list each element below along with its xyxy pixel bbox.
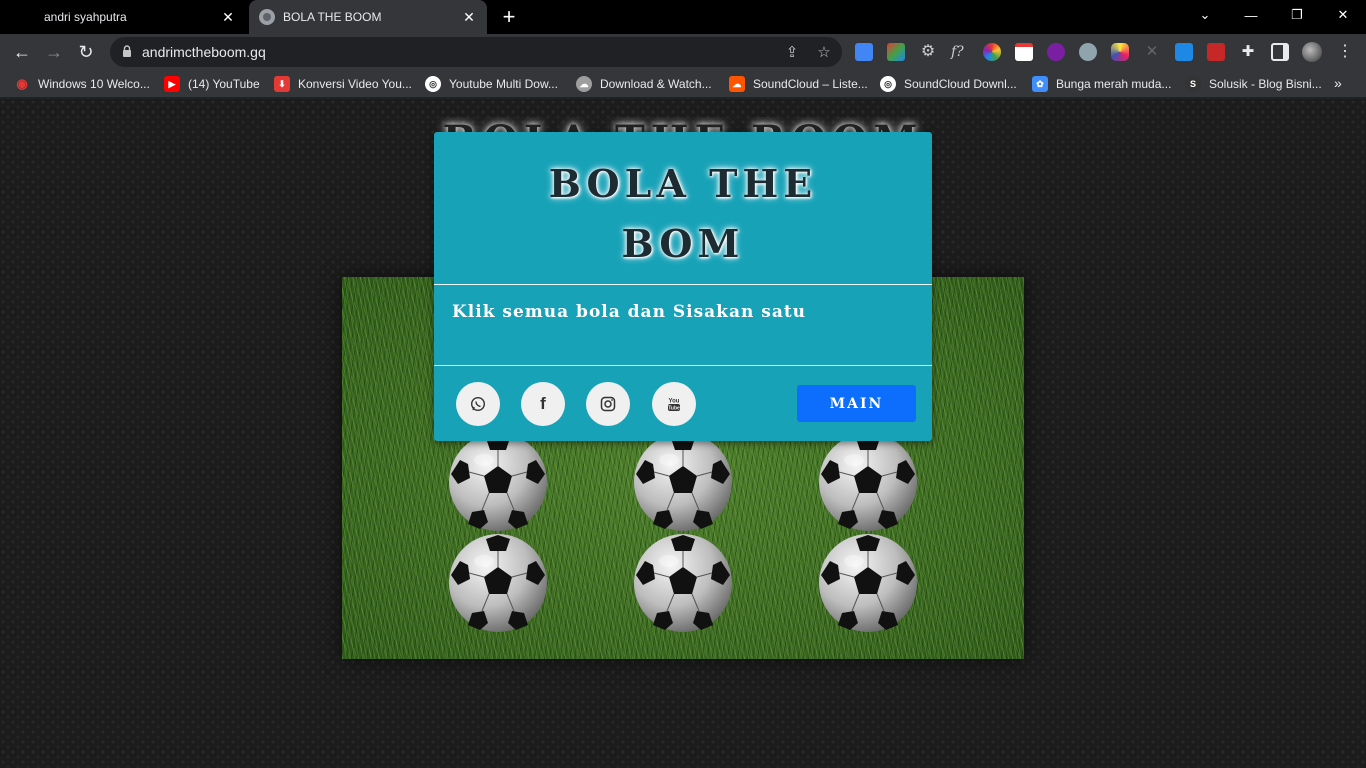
bookmark-item[interactable]: ☁ Download & Watch... [576,75,712,93]
close-icon[interactable]: ✕ [457,5,481,29]
more-bookmarks-icon[interactable]: » [1334,75,1342,91]
youtube-icon: You Tube [668,399,680,412]
bookmark-item[interactable]: ◎ Youtube Multi Dow... [425,75,558,93]
bookmark-item[interactable]: ◉ Windows 10 Welco... [14,75,150,93]
tab-bola-the-boom[interactable]: BOLA THE BOOM ✕ [249,0,487,34]
url-text: andrimctheboom.gq [142,44,266,60]
instagram-icon [600,396,616,412]
share-icon[interactable]: ⇪ [782,42,802,62]
page-viewport: BOLA THE BOOM [0,99,1366,768]
soundcloud-icon: ☁ [729,76,745,92]
browser-toolbar: ← → ↻ andrimctheboom.gq ⇪ ☆ ⚙ f? ✕ ✚ ⋮ [0,34,1366,70]
bookmark-star-icon[interactable]: ☆ [814,42,834,62]
back-button[interactable]: ← [8,38,36,66]
globe-icon [259,9,275,25]
avatar[interactable] [1302,42,1322,62]
soccer-ball-icon [449,534,547,632]
svg-text:Tube: Tube [668,406,680,412]
play-button[interactable]: MAIN [797,385,916,422]
bookmark-item[interactable]: ▶ (14) YouTube [164,75,260,93]
minimize-button[interactable]: — [1228,0,1274,30]
restore-button[interactable]: ❐ [1274,0,1320,30]
side-panel-icon[interactable] [1271,43,1289,61]
bookmark-label: SoundCloud – Liste... [753,77,868,91]
tab-title: andri syahputra [44,10,127,24]
bookmarks-bar: ◉ Windows 10 Welco... ▶ (14) YouTube ⬇ K… [0,70,1366,98]
bookmark-label: Download & Watch... [600,77,712,91]
screenshot-extension-icon[interactable] [1111,43,1129,61]
rainbow-extension-icon[interactable] [983,43,1001,61]
lock-icon [123,45,131,57]
soccer-ball[interactable] [633,533,733,633]
bookmark-label: (14) YouTube [188,77,260,91]
bookmark-label: Youtube Multi Dow... [449,77,558,91]
modal-title: BOLA THE BOM [434,154,932,274]
bookmark-label: Solusik - Blog Bisni... [1209,77,1322,91]
divider [434,365,932,366]
bookmark-item[interactable]: ✿ Bunga merah muda... [1032,75,1171,93]
soccer-ball-icon [634,433,732,531]
translate-extension-icon[interactable] [855,43,873,61]
close-window-button[interactable]: ✕ [1320,0,1366,30]
x-extension-icon[interactable]: ✕ [1143,43,1161,61]
start-modal: BOLA THE BOM Klik semua bola dan Sisakan… [434,132,932,441]
color-extension-icon[interactable] [887,43,905,61]
globe-icon: ◎ [425,76,441,92]
menu-icon[interactable]: ⋮ [1336,43,1354,61]
tab-search-icon[interactable]: ⌄ [1182,0,1228,30]
soccer-ball[interactable] [818,533,918,633]
blue-extension-icon[interactable] [1175,43,1193,61]
badge-extension-icon[interactable] [1047,43,1065,61]
soccer-ball-icon [449,433,547,531]
new-tab-button[interactable]: + [496,5,522,29]
forward-button[interactable]: → [40,38,68,66]
bookmark-item[interactable]: ⬇ Konversi Video You... [274,75,412,93]
soccer-ball-icon [634,534,732,632]
tab-andri-syahputra[interactable]: andri syahputra ✕ [0,0,246,34]
bookmark-label: Konversi Video You... [298,77,412,91]
bookmark-item[interactable]: S Solusik - Blog Bisni... [1185,75,1322,93]
whatsapp-icon [470,396,486,412]
download-icon: ⬇ [274,76,290,92]
wifi-icon: ◉ [16,76,28,91]
divider [434,284,932,285]
modal-title-line1: BOLA THE [548,161,818,206]
close-icon[interactable]: ✕ [216,5,240,29]
bookmark-item[interactable]: ☁ SoundCloud – Liste... [729,75,868,93]
whatsapp-button[interactable] [456,382,500,426]
video-extension-icon[interactable] [1207,43,1225,61]
modal-title-line2: BOM [621,221,745,266]
tab-title: BOLA THE BOOM [283,10,382,24]
soccer-ball[interactable] [448,432,548,532]
reload-button[interactable]: ↻ [72,38,100,66]
svg-text:You: You [669,399,680,405]
youtube-button[interactable]: You Tube [652,382,696,426]
soccer-ball[interactable] [633,432,733,532]
circle-extension-icon[interactable] [1079,43,1097,61]
formula-extension-icon[interactable]: f? [951,43,969,61]
puzzle-extensions-icon[interactable]: ✚ [1239,43,1257,61]
bookmark-label: Bunga merah muda... [1056,77,1172,91]
globe-icon: ◎ [880,76,896,92]
gear-extension-icon[interactable]: ⚙ [919,43,937,61]
soccer-ball-icon [819,534,917,632]
address-bar[interactable]: andrimctheboom.gq ⇪ ☆ [110,37,842,67]
facebook-button[interactable]: f [521,382,565,426]
bookmark-item[interactable]: ◎ SoundCloud Downl... [880,75,1017,93]
solusik-icon: S [1185,76,1201,92]
soccer-ball-icon [819,433,917,531]
bookmark-label: Windows 10 Welco... [38,77,150,91]
youtube-icon: ▶ [164,76,180,92]
modal-instruction: Klik semua bola dan Sisakan satu [452,302,807,322]
browser-titlebar: andri syahputra ✕ BOLA THE BOOM ✕ + ⌄ — … [0,0,1366,34]
facebook-icon: f [540,394,546,413]
flower-icon: ✿ [1032,76,1048,92]
instagram-button[interactable] [586,382,630,426]
bookmark-label: SoundCloud Downl... [904,77,1017,91]
cloud-icon: ☁ [576,76,592,92]
calendar-extension-icon[interactable] [1015,43,1033,61]
soccer-ball[interactable] [818,432,918,532]
soccer-ball[interactable] [448,533,548,633]
